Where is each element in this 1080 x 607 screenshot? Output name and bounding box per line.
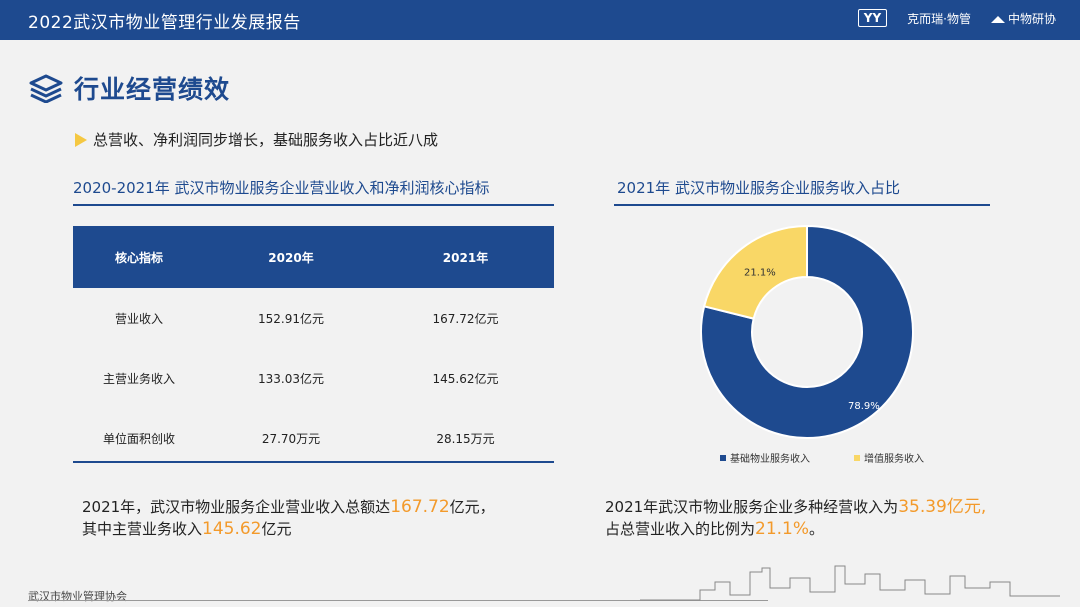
yy-logo: YY — [857, 9, 888, 27]
left-summary-line-2: 其中主营业务收入145.62亿元 — [82, 519, 292, 539]
section-title: 行业经营绩效 — [74, 75, 231, 104]
table-cell: 167.72亿元 — [432, 311, 499, 326]
left-summary: 2021年，武汉市物业服务企业营业收入总额达167.72亿元， 其中主营业务收入… — [82, 496, 495, 540]
table-cell: 28.15万元 — [436, 431, 495, 446]
table-cell: 133.03亿元 — [258, 371, 324, 386]
donut-label-0: 78.9% — [848, 401, 880, 412]
table-row: 单位面积创收 27.70万元 28.15万元 — [73, 408, 554, 468]
key-finding-text: 总营收、净利润同步增长，基础服务收入占比近八成 — [93, 131, 439, 149]
partner-logos: YY 克而瑞·物管 中物研协 — [857, 9, 1056, 27]
legend-item-value-added: 增值服务收入 — [854, 450, 924, 465]
table-row: 营业收入 152.91亿元 167.72亿元 — [73, 288, 554, 348]
layers-icon — [29, 74, 63, 103]
table-cell: 27.70万元 — [261, 431, 321, 446]
highlight-value: 167.72 — [390, 497, 450, 517]
kpi-table: 核心指标 2020年 2021年 营业收入 152.91亿元 167.72亿元 … — [73, 226, 554, 468]
kerui-logo: 克而瑞·物管 — [907, 11, 971, 26]
table-header-cell: 2020年 — [205, 226, 377, 288]
donut-chart: 78.9% 21.1% — [700, 224, 914, 439]
footer-org: 武汉市物业管理协会 — [28, 590, 127, 603]
left-summary-line-1: 2021年，武汉市物业服务企业营业收入总额达167.72亿元， — [82, 497, 495, 517]
legend-swatch-base — [720, 454, 726, 461]
left-panel-title: 2020-2021年 武汉市物业服务企业营业收入和净利润核心指标 — [73, 179, 490, 197]
legend-label: 基础物业服务收入 — [730, 454, 810, 465]
right-summary-line-1: 2021年武汉市物业服务企业多种经营收入为35.39亿元, — [605, 497, 987, 517]
table-header-row: 核心指标 2020年 2021年 — [73, 226, 554, 288]
table-header-cell: 2021年 — [377, 226, 554, 288]
table-cell: 营业收入 — [114, 311, 163, 326]
top-bar: 2022武汉市物业管理行业发展报告 YY 克而瑞·物管 中物研协 — [0, 0, 1080, 40]
table-header-cell: 核心指标 — [73, 226, 205, 288]
table-cell: 主营业务收入 — [102, 371, 175, 386]
triangle-bullet-icon — [75, 132, 87, 147]
table-cell: 单位面积创收 — [102, 431, 175, 446]
zhongwu-logo: 中物研协 — [990, 10, 1056, 27]
right-panel-title: 2021年 武汉市物业服务企业服务收入占比 — [617, 179, 900, 197]
table-bottom-rule — [73, 461, 554, 463]
right-summary: 2021年武汉市物业服务企业多种经营收入为35.39亿元, 占总营业收入的比例为… — [605, 496, 986, 540]
table-cell: 145.62亿元 — [432, 371, 499, 386]
highlight-value: 21.1% — [755, 519, 810, 539]
right-panel-divider — [614, 204, 990, 206]
house-icon — [990, 15, 1005, 23]
table-row: 主营业务收入 133.03亿元 145.62亿元 — [73, 348, 554, 408]
key-finding: 总营收、净利润同步增长，基础服务收入占比近八成 — [75, 129, 438, 150]
highlight-value: 35.39亿元, — [898, 497, 987, 517]
table-cell: 152.91亿元 — [258, 311, 324, 326]
skyline-decoration — [640, 565, 1060, 601]
right-summary-line-2: 占总营业收入的比例为21.1%。 — [605, 519, 825, 539]
legend-label: 增值服务收入 — [864, 454, 924, 465]
left-panel-divider — [73, 204, 554, 206]
section-header: 行业经营绩效 — [28, 70, 230, 106]
legend-swatch-value-added — [854, 454, 860, 461]
legend-item-base: 基础物业服务收入 — [720, 450, 810, 465]
highlight-value: 145.62 — [202, 519, 262, 539]
report-title: 2022武汉市物业管理行业发展报告 — [28, 13, 301, 33]
donut-label-1: 21.1% — [744, 268, 776, 279]
